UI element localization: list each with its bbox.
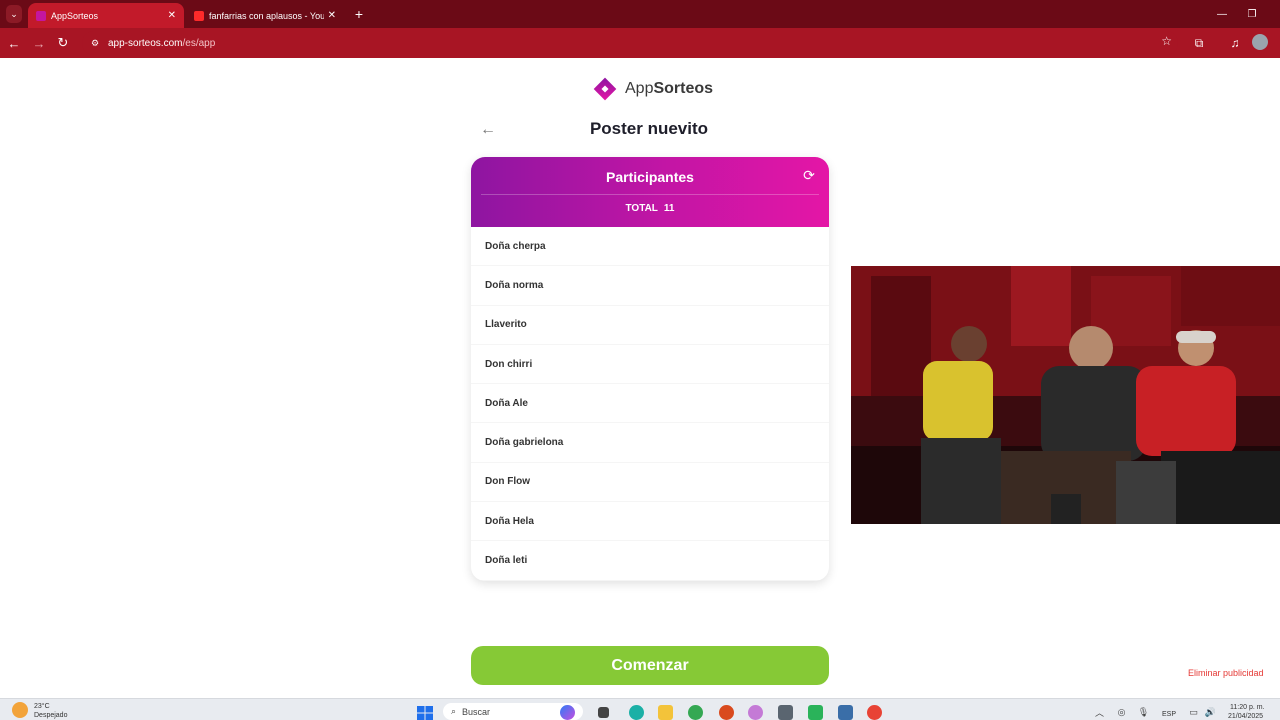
weather-temp: 23°C	[34, 703, 50, 710]
network-icon[interactable]: ▭	[1188, 707, 1199, 718]
participant-item: Doña Hela	[471, 502, 829, 542]
participant-item: Don Flow	[471, 463, 829, 503]
chrome-profile-taskbar-icon[interactable]	[867, 705, 882, 720]
header-divider	[481, 194, 819, 195]
weather-desc: Despejado	[34, 712, 68, 719]
logo-text-prefix: App	[625, 80, 654, 97]
total-label: TOTAL	[625, 203, 658, 214]
appsorteos-favicon-icon	[36, 10, 46, 21]
participant-item: Llaverito	[471, 306, 829, 345]
tray-chevron-icon[interactable]: ︿	[1094, 707, 1105, 718]
participant-item: Doña gabrielona	[471, 423, 829, 463]
tab-label: AppSorteos	[51, 10, 99, 21]
extensions-icon[interactable]: ⧉	[1190, 34, 1208, 52]
refresh-icon[interactable]: ⟳	[801, 167, 817, 183]
remove-ads-link[interactable]: Eliminar publicidad	[1188, 668, 1264, 678]
bookmark-star-icon[interactable]: ☆	[1161, 34, 1172, 48]
chrome-taskbar-icon[interactable]	[688, 705, 703, 720]
windows-start-icon[interactable]	[417, 706, 433, 720]
participant-item: Don chirri	[471, 345, 829, 385]
language-indicator[interactable]: ESP	[1162, 711, 1176, 718]
photos-taskbar-icon[interactable]	[748, 705, 763, 720]
browser-tab-strip: ⌄ AppSorteos ✕ fanfarrias con aplausos -…	[0, 0, 1280, 28]
weather-sun-icon	[12, 702, 28, 718]
tab-appsorteos[interactable]: AppSorteos ✕	[28, 3, 184, 28]
card-title: Participantes	[606, 169, 694, 185]
video-frame-image	[851, 266, 1280, 524]
start-button[interactable]: Comenzar	[471, 646, 829, 685]
tab-search-button[interactable]: ⌄	[6, 5, 22, 23]
tab-youtube[interactable]: fanfarrias con aplausos - YouTu ✕	[186, 3, 344, 28]
total-count: TOTAL 11	[471, 203, 829, 214]
appsorteos-logo-icon	[591, 75, 619, 103]
whatsapp-taskbar-icon[interactable]	[808, 705, 823, 720]
participant-item: Doña leti	[471, 541, 829, 581]
search-placeholder: Buscar	[462, 706, 491, 717]
participants-list: Doña cherpa Doña norma Llaverito Don chi…	[471, 227, 829, 581]
new-tab-button[interactable]: +	[350, 5, 368, 23]
notes-taskbar-icon[interactable]	[838, 705, 853, 720]
address-bar[interactable]: ⚙ app-sorteos.com /es/app ☆	[82, 31, 1178, 55]
back-button[interactable]: ←	[5, 34, 23, 52]
tab-label: fanfarrias con aplausos - YouTu	[209, 10, 324, 21]
participant-item: Doña norma	[471, 266, 829, 306]
browser-toolbar: ← → ↻ ⚙ app-sorteos.com /es/app ☆ ⧉ ♫	[0, 28, 1280, 58]
volume-icon[interactable]: 🔊	[1205, 707, 1216, 718]
url-path: /es/app	[182, 37, 216, 49]
firefox-taskbar-icon[interactable]	[719, 705, 734, 720]
app-taskbar-icon[interactable]	[778, 705, 793, 720]
profile-avatar[interactable]	[1252, 34, 1268, 50]
maximize-button[interactable]: ❐	[1242, 4, 1262, 24]
logo-text-suffix: Sorteos	[653, 80, 714, 97]
task-view-icon[interactable]	[598, 707, 609, 718]
tray-app-icon[interactable]: ◎	[1116, 707, 1127, 718]
forward-button[interactable]: →	[30, 34, 48, 52]
page-title: Poster nuevito	[589, 119, 709, 138]
youtube-favicon-icon	[194, 10, 204, 21]
participants-card-header: Participantes ⟳ TOTAL 11	[471, 157, 829, 227]
copilot-taskbar-icon[interactable]	[560, 705, 575, 720]
close-tab-icon[interactable]: ✕	[168, 10, 176, 21]
participants-card: Participantes ⟳ TOTAL 11 Doña cherpa Doña…	[471, 157, 829, 581]
url-host: app-sorteos.com	[108, 37, 183, 49]
minimize-button[interactable]: —	[1212, 4, 1232, 24]
file-explorer-taskbar-icon[interactable]	[658, 705, 673, 720]
reload-button[interactable]: ↻	[54, 34, 72, 52]
clock-date[interactable]: 21/04/2025	[1228, 713, 1263, 720]
search-icon: ⌕	[451, 706, 457, 716]
site-settings-icon[interactable]: ⚙	[88, 36, 102, 50]
appsorteos-logo[interactable]: AppSorteos	[591, 74, 713, 104]
total-value: 11	[663, 203, 675, 214]
clock-time[interactable]: 11:20 p. m.	[1230, 704, 1265, 711]
microphone-icon[interactable]: 🎙	[1138, 707, 1149, 718]
media-control-icon[interactable]: ♫	[1226, 34, 1244, 52]
edge-taskbar-icon[interactable]	[629, 705, 644, 720]
participant-item: Doña cherpa	[471, 227, 829, 267]
video-player[interactable]	[851, 266, 1280, 524]
participant-item: Doña Ale	[471, 384, 829, 424]
close-tab-icon[interactable]: ✕	[328, 10, 336, 21]
weather-widget[interactable]: 23°C Despejado	[12, 702, 67, 720]
